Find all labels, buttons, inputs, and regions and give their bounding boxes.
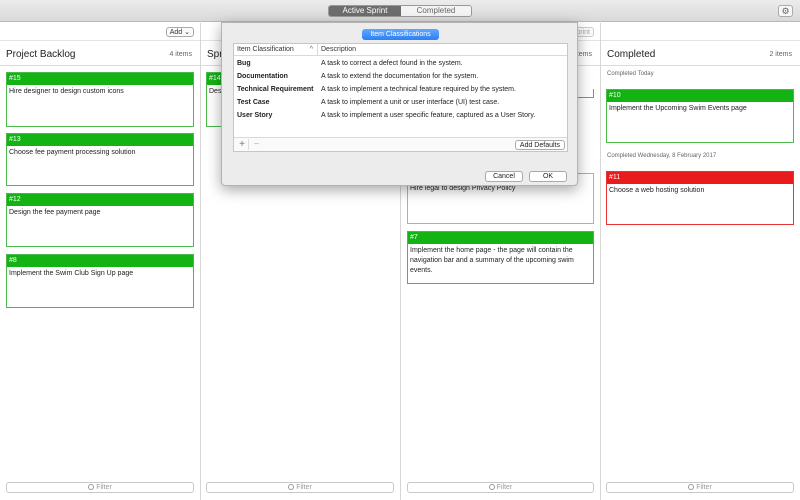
search-icon (688, 484, 695, 490)
backlog-header: Project Backlog 4 items (0, 23, 200, 66)
sort-ascending-icon: ^ (309, 46, 313, 53)
toolbar: Active Sprint Completed Sprints ⚙ (0, 0, 800, 22)
card-text: Implement the Swim Club Sign Up page (9, 270, 134, 277)
column-title: Project Backlog (6, 49, 76, 60)
classification-description: A task to correct a defect found in the … (321, 60, 463, 67)
filter-placeholder: Filter (296, 484, 312, 491)
table-row[interactable]: User Story A task to implement a user sp… (234, 109, 567, 122)
table-row[interactable]: Technical Requirement A task to implemen… (234, 83, 567, 96)
table-footer: + − Add Defaults (234, 137, 567, 151)
classification-description: A task to implement a unit or user inter… (321, 99, 500, 106)
search-icon (488, 484, 495, 490)
backlog-card[interactable]: #15 Hire designer to design custom icons (6, 72, 194, 127)
card-text: Choose a web hosting solution (609, 187, 705, 194)
active-sprint-tab[interactable]: Active Sprint (329, 6, 401, 16)
classification-name: Test Case (237, 99, 270, 106)
filter-placeholder: Filter (496, 484, 513, 491)
card-text: Design the fee payment page (9, 209, 101, 216)
plus-icon[interactable]: + (236, 139, 249, 150)
item-count: 2 items (769, 51, 792, 58)
completed-card[interactable]: #10 Implement the Upcoming Swim Events p… (606, 89, 794, 143)
completed-card[interactable]: #11 Choose a web hosting solution (606, 171, 794, 225)
item-classifications-dialog: Item Classifications Item Classification… (221, 22, 578, 186)
card-id: #11 (607, 172, 793, 184)
backlog-filter-field[interactable]: Filter (6, 482, 194, 493)
backlog-card[interactable]: #8 Implement the Swim Club Sign Up page (6, 254, 194, 308)
column-header-label: Item Classification (237, 46, 294, 53)
classification-name: Documentation (237, 73, 288, 80)
item-count: 4 items (169, 51, 192, 58)
card-id: #7 (408, 232, 593, 244)
dialog-tab-item-classifications[interactable]: Item Classifications (362, 29, 439, 40)
cancel-button[interactable]: Cancel (485, 171, 523, 182)
filter-placeholder: Filter (696, 484, 712, 491)
card-id: #8 (7, 255, 193, 267)
classification-description: A task to extend the documentation for t… (321, 73, 479, 80)
completed-header: Completed 2 items (601, 23, 800, 66)
column-header-description[interactable]: Description (318, 44, 567, 56)
search-icon (88, 484, 95, 490)
card-text: Hire designer to design custom icons (9, 88, 124, 95)
table-row[interactable]: Test Case A task to implement a unit or … (234, 96, 567, 109)
card-id: #15 (7, 73, 193, 85)
column-header-classification[interactable]: Item Classification ^ (234, 44, 318, 56)
completed-today-label: Completed Today (607, 71, 654, 77)
completed-filter-field[interactable]: Filter (606, 482, 794, 493)
card-id: #12 (7, 194, 193, 206)
classification-description: A task to implement a technical feature … (321, 86, 516, 93)
table-row[interactable]: Bug A task to correct a defect found in … (234, 57, 567, 70)
completed-sprints-tab[interactable]: Completed Sprints (401, 6, 471, 16)
ok-button[interactable]: OK (529, 171, 567, 182)
search-icon (288, 484, 295, 490)
project-backlog-column: Add ⌄ Project Backlog 4 items #15 Hire d… (0, 23, 201, 500)
classification-description: A task to implement a user specific feat… (321, 112, 536, 119)
sprint-segmented-control: Active Sprint Completed Sprints (328, 5, 472, 17)
card-id: #10 (607, 90, 793, 102)
minus-icon[interactable]: − (250, 139, 263, 150)
completed-date-label: Completed Wednesday, 8 February 2017 (607, 153, 717, 159)
card-id: #13 (7, 134, 193, 146)
sprint-filter-field[interactable]: Filter (206, 482, 394, 493)
add-defaults-button[interactable]: Add Defaults (514, 140, 565, 150)
classification-name: Technical Requirement (237, 86, 314, 93)
classification-name: Bug (237, 60, 251, 67)
card-text: Implement the Upcoming Swim Events page (609, 105, 747, 112)
backlog-card[interactable]: #12 Design the fee payment page (6, 193, 194, 247)
backlog-card[interactable]: #13 Choose fee payment processing soluti… (6, 133, 194, 186)
card-text: Implement the home page - the page will … (410, 247, 574, 274)
filter-placeholder: Filter (96, 484, 112, 491)
progress-card[interactable]: #7 Implement the home page - the page wi… (407, 231, 594, 284)
progress-filter-field[interactable]: Filter (407, 482, 594, 493)
column-title: Completed (607, 49, 656, 60)
completed-column: Completed 2 items Completed Today #10 Im… (601, 23, 800, 500)
classification-name: User Story (237, 112, 273, 119)
card-text: Choose fee payment processing solution (9, 149, 136, 156)
classifications-table: Item Classification ^ Description Bug A t… (233, 43, 568, 152)
table-row[interactable]: Documentation A task to extend the docum… (234, 70, 567, 83)
gear-icon[interactable]: ⚙ (778, 5, 793, 17)
